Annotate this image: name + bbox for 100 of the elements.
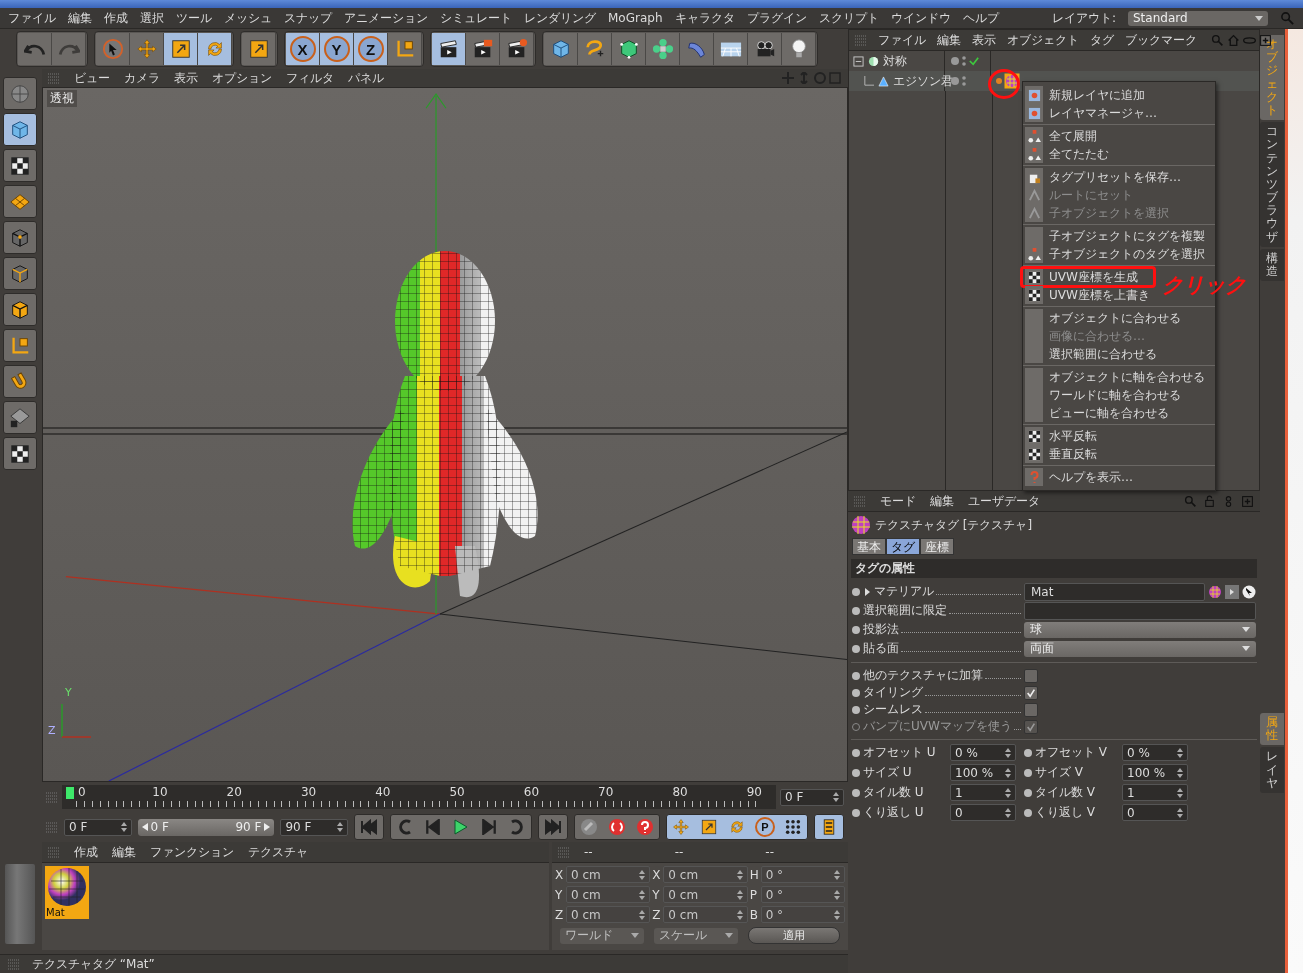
value-field[interactable]: 1 (1122, 784, 1188, 801)
expand-arrow-icon[interactable] (865, 587, 870, 596)
tool-button[interactable]: Y (320, 33, 354, 65)
start-frame-field[interactable]: 0 F (64, 818, 132, 836)
panel-grip-icon[interactable] (46, 821, 58, 833)
coordinate-field[interactable]: 0 cm (566, 866, 651, 883)
menu-item[interactable]: ファイル (878, 31, 926, 49)
menu-item[interactable]: テクスチャ (248, 843, 308, 861)
object-name[interactable]: 対称 (883, 52, 907, 70)
render-dots-icon[interactable] (962, 76, 966, 86)
animate-dot[interactable] (852, 705, 860, 714)
spin-arrows-icon[interactable] (639, 889, 646, 900)
spin-arrows-icon[interactable] (834, 869, 840, 880)
dropdown-caret-icon[interactable] (1242, 627, 1250, 632)
menu-item[interactable]: MoGraph (608, 11, 663, 25)
spin-arrows-icon[interactable] (1177, 767, 1183, 778)
material-swatch[interactable]: Mat (45, 866, 89, 919)
animate-dot[interactable] (852, 644, 860, 653)
spin-arrows-icon[interactable] (1005, 787, 1011, 798)
animate-dot[interactable] (852, 808, 860, 817)
menu-item[interactable]: 作成 (74, 843, 98, 861)
panel-grip-icon[interactable] (854, 495, 866, 507)
menu-item[interactable]: ワールドに軸を合わせる (1023, 386, 1215, 404)
tool-button[interactable] (3, 293, 37, 326)
visibility-dot[interactable] (951, 77, 959, 85)
apply-button[interactable]: 適用 (748, 927, 840, 944)
menu-item[interactable]: オブジェクト (1007, 31, 1079, 49)
spin-arrows-icon[interactable] (1005, 807, 1011, 818)
panel-grip-icon[interactable] (46, 791, 58, 803)
selection-field[interactable] (1024, 601, 1256, 620)
dropdown[interactable]: 両面 (1024, 640, 1256, 657)
menu-item[interactable]: 選択 (140, 9, 164, 27)
menu-item[interactable]: タグプリセットを保存… (1023, 168, 1215, 186)
animate-dot[interactable] (852, 625, 860, 634)
animate-dot[interactable] (852, 671, 860, 680)
menu-item[interactable]: プラグイン (746, 9, 807, 27)
spin-arrows-icon[interactable] (1177, 807, 1183, 818)
timeline-ruler[interactable]: 0 10 20 30 40 50 60 70 80 90 (62, 785, 776, 809)
tool-button[interactable] (3, 401, 37, 434)
animate-dot[interactable] (852, 587, 860, 596)
coordinate-field[interactable]: 0 cm (663, 886, 748, 903)
menu-item[interactable]: ファンクション (150, 843, 234, 861)
menu-item[interactable]: レンダリング (524, 9, 596, 27)
tool-button[interactable] (714, 33, 748, 65)
spin-arrows-icon[interactable] (834, 909, 840, 920)
menu-item[interactable]: ツール (176, 9, 212, 27)
side-tab[interactable]: レイヤ (1260, 747, 1284, 793)
menu-item[interactable]: モード (880, 492, 916, 510)
animate-dot[interactable] (852, 768, 860, 777)
menu-item[interactable]: メッシュ (224, 9, 272, 27)
animate-dot[interactable] (852, 606, 860, 615)
tool-button[interactable] (3, 437, 37, 470)
spin-arrows-icon[interactable] (834, 889, 840, 900)
pick-cursor-icon[interactable] (1242, 584, 1256, 599)
value-field[interactable]: 100 % (950, 764, 1016, 781)
tool-button[interactable] (3, 185, 37, 218)
tool-button[interactable] (782, 33, 816, 65)
side-tab[interactable]: コンテンツブラウザ (1260, 122, 1284, 247)
menu-item[interactable]: カメラ (124, 69, 160, 87)
spin-arrows-icon[interactable] (337, 822, 343, 832)
value-field[interactable]: 0 % (1122, 744, 1188, 761)
tool-button[interactable]: X (286, 33, 320, 65)
animate-dot[interactable] (852, 688, 860, 697)
left-arrow-icon[interactable] (141, 823, 148, 831)
checkbox[interactable] (1024, 685, 1038, 700)
coordinate-field[interactable]: 0 ° (760, 886, 845, 903)
coordinate-field[interactable]: 0 ° (760, 906, 845, 923)
mode-dropdown[interactable]: スケール (654, 927, 738, 944)
coordinate-field[interactable]: 0 cm (663, 866, 748, 883)
menu-item[interactable]: 編集 (68, 9, 92, 27)
menu-item[interactable]: 選択範囲に合わせる (1023, 345, 1215, 363)
value-field[interactable]: 100 % (1122, 764, 1188, 781)
menu-item[interactable]: キャラクタ (674, 9, 735, 27)
menu-item[interactable]: ビュー (74, 69, 110, 87)
dropdown[interactable]: 球 (1024, 621, 1256, 638)
coordinate-field[interactable]: 0 cm (566, 886, 651, 903)
menu-item[interactable]: シミュレート (440, 9, 512, 27)
tool-button[interactable]: Z (354, 33, 388, 65)
menu-item[interactable]: ユーザデータ (968, 492, 1040, 510)
panel-grip-icon[interactable] (8, 958, 20, 970)
tab[interactable]: 基本 (852, 538, 886, 555)
playhead-marker[interactable] (66, 787, 74, 799)
side-tab[interactable]: 構造 (1260, 248, 1284, 282)
checkbox[interactable] (1024, 702, 1038, 717)
spin-arrows-icon[interactable] (639, 869, 646, 880)
menu-item[interactable]: 垂直反転 (1023, 445, 1215, 463)
animate-dot[interactable] (852, 748, 860, 757)
checkbox[interactable] (1024, 668, 1038, 683)
menu-item[interactable]: 編集 (112, 843, 136, 861)
menu-item[interactable]: スクリプト (818, 9, 879, 27)
menu-item[interactable]: パネル (348, 69, 384, 87)
object-name[interactable]: エジソン君 (893, 72, 953, 90)
menu-item[interactable]: 子オブジェクトのタグを選択 (1023, 245, 1215, 263)
panel-grip-icon[interactable] (558, 846, 570, 858)
menu-item[interactable]: 編集 (937, 31, 961, 49)
menu-item[interactable]: 表示 (174, 69, 198, 87)
animate-dot[interactable] (1024, 768, 1032, 777)
animate-dot[interactable] (1024, 788, 1032, 797)
menu-item[interactable]: 全て展開 (1023, 127, 1215, 145)
spin-arrows-icon[interactable] (833, 792, 839, 802)
